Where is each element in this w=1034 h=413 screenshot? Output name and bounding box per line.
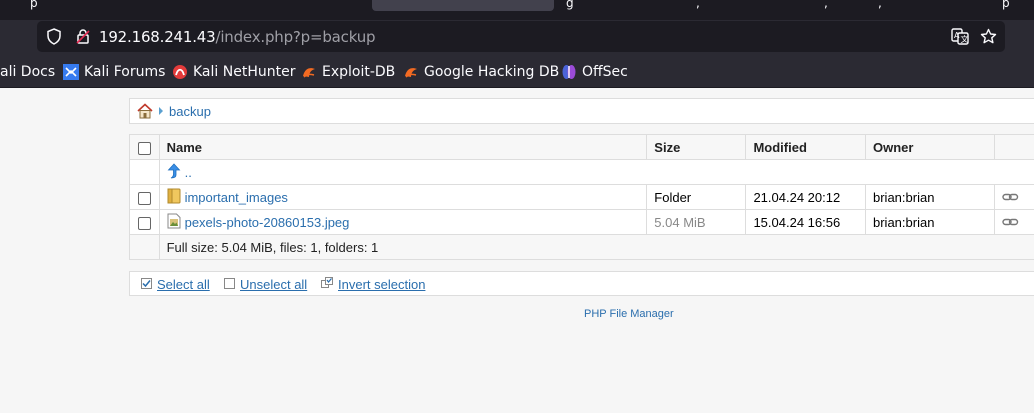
invert-selection-label: Invert selection [338,277,426,292]
breadcrumb-separator-icon [159,107,163,115]
table-header-row: Name Size Modified Owner [129,134,1034,160]
table-row: important_images Folder 21.04.24 20:12 b… [129,184,1034,210]
navigation-bar: 192.168.241.43/index.php?p=backup A文 [0,20,1034,56]
table-cell [129,184,160,210]
table-cell [993,184,1034,210]
exploit-db-icon [301,64,317,80]
translate-icon[interactable]: A文 [951,28,969,50]
image-file-icon [167,213,181,232]
select-all-checkbox[interactable] [137,141,151,155]
tracking-protection-shield-icon[interactable] [46,28,62,50]
link-icon[interactable] [1001,190,1019,205]
summary-text: Full size: 5.04 MiB, files: 1, folders: … [158,234,1034,260]
tab-title-fragment[interactable]: p [30,0,38,10]
bookmark-kali-nethunter[interactable]: Kali NetHunter [172,63,295,81]
link-icon[interactable] [1001,215,1019,230]
url-bar[interactable]: 192.168.241.43/index.php?p=backup A文 [37,21,1005,52]
select-all-checkbox-cell [129,134,160,160]
invert-selection-icon [321,277,333,292]
column-header-modified: Modified [745,134,866,160]
bookmark-offsec[interactable]: OffSec [561,63,628,81]
table-cell [129,159,160,185]
svg-text:A: A [954,31,960,40]
table-cell: brian:brian [865,184,995,210]
svg-text:文: 文 [961,34,969,44]
tab-title-fragment[interactable]: , [696,0,700,10]
bookmark-kali-forums[interactable]: Kali Forums [63,63,165,81]
bookmark-exploit-db[interactable]: Exploit-DB [301,63,395,81]
tab-title-fragment[interactable]: g [566,0,574,10]
offsec-icon [561,64,577,80]
tab-title-fragment[interactable]: p [1002,0,1010,10]
nethunter-icon [172,64,188,80]
home-icon[interactable] [137,103,153,124]
select-all-label: Select all [157,277,210,292]
bookmark-star-icon[interactable] [980,28,997,50]
table-cell: pexels-photo-20860153.jpeg [158,209,648,235]
php-file-manager-link[interactable]: PHP File Manager [584,308,674,320]
tab-title-fragment[interactable]: , [824,0,828,10]
bookmark-google-hacking-db[interactable]: Google Hacking DB [403,63,559,81]
arrow-up-icon[interactable] [167,162,181,182]
bookmark-label: ali Docs [0,64,56,80]
column-header-owner: Owner [865,134,995,160]
table-row-parent: .. [129,159,1034,185]
tab-strip: p g , , , p [0,0,1034,20]
checkbox-checked-icon [141,277,152,292]
column-header-size: Size [646,134,747,160]
invert-selection-link[interactable]: Invert selection [321,277,425,292]
select-all-link[interactable]: Select all [141,277,210,292]
ghdb-icon [403,64,419,80]
table-cell [129,209,160,235]
unselect-all-label: Unselect all [240,277,308,292]
bookmark-label: Kali Forums [84,64,166,80]
file-name-link[interactable]: important_images [185,190,288,205]
url-path: /index.php?p=backup [215,28,376,46]
row-checkbox[interactable] [137,191,151,205]
page-content: backup Name Size Modified Owner .. impor… [0,88,1034,413]
tab-active[interactable] [372,0,554,11]
checkbox-empty-icon [224,277,235,292]
bookmark-label: Exploit-DB [322,64,396,80]
selection-actions-bar: Select all Unselect all Invert selection [129,271,1034,296]
bookmark-kali-docs[interactable]: ali Docs [0,63,55,81]
table-cell: brian:brian [865,209,995,235]
table-summary-row: Full size: 5.04 MiB, files: 1, folders: … [129,234,1034,260]
folder-icon [167,188,181,207]
bookmark-label: Kali NetHunter [193,64,296,80]
url-host: 192.168.241.43 [99,28,216,46]
table-cell: 5.04 MiB [646,209,747,235]
insecure-lock-icon[interactable] [75,28,91,50]
file-name-link[interactable]: pexels-photo-20860153.jpeg [185,215,350,230]
url-text[interactable]: 192.168.241.43/index.php?p=backup [99,28,376,46]
table-cell: 15.04.24 16:56 [745,209,866,235]
column-header-name: Name [158,134,648,160]
bookmarks-toolbar: ali Docs Kali Forums Kali NetHunter Expl… [0,56,1034,88]
breadcrumb-backup-link[interactable]: backup [169,104,211,119]
column-header-actions [993,134,1034,160]
table-row: pexels-photo-20860153.jpeg 5.04 MiB 15.0… [129,209,1034,235]
tab-title-fragment[interactable]: , [878,0,882,10]
table-cell: important_images [158,184,648,210]
row-checkbox[interactable] [137,216,151,230]
file-table: Name Size Modified Owner .. important_im… [129,134,1034,260]
table-cell [129,234,160,260]
kali-forums-icon [63,64,79,80]
table-cell: Folder [646,184,747,210]
bookmark-label: OffSec [582,64,628,80]
bookmark-label: Google Hacking DB [424,64,560,80]
table-cell: 21.04.24 20:12 [745,184,866,210]
table-cell: .. [158,159,1034,185]
breadcrumb: backup [129,98,1034,124]
parent-directory-link[interactable]: .. [185,165,192,180]
table-cell [993,209,1034,235]
unselect-all-link[interactable]: Unselect all [224,277,307,292]
